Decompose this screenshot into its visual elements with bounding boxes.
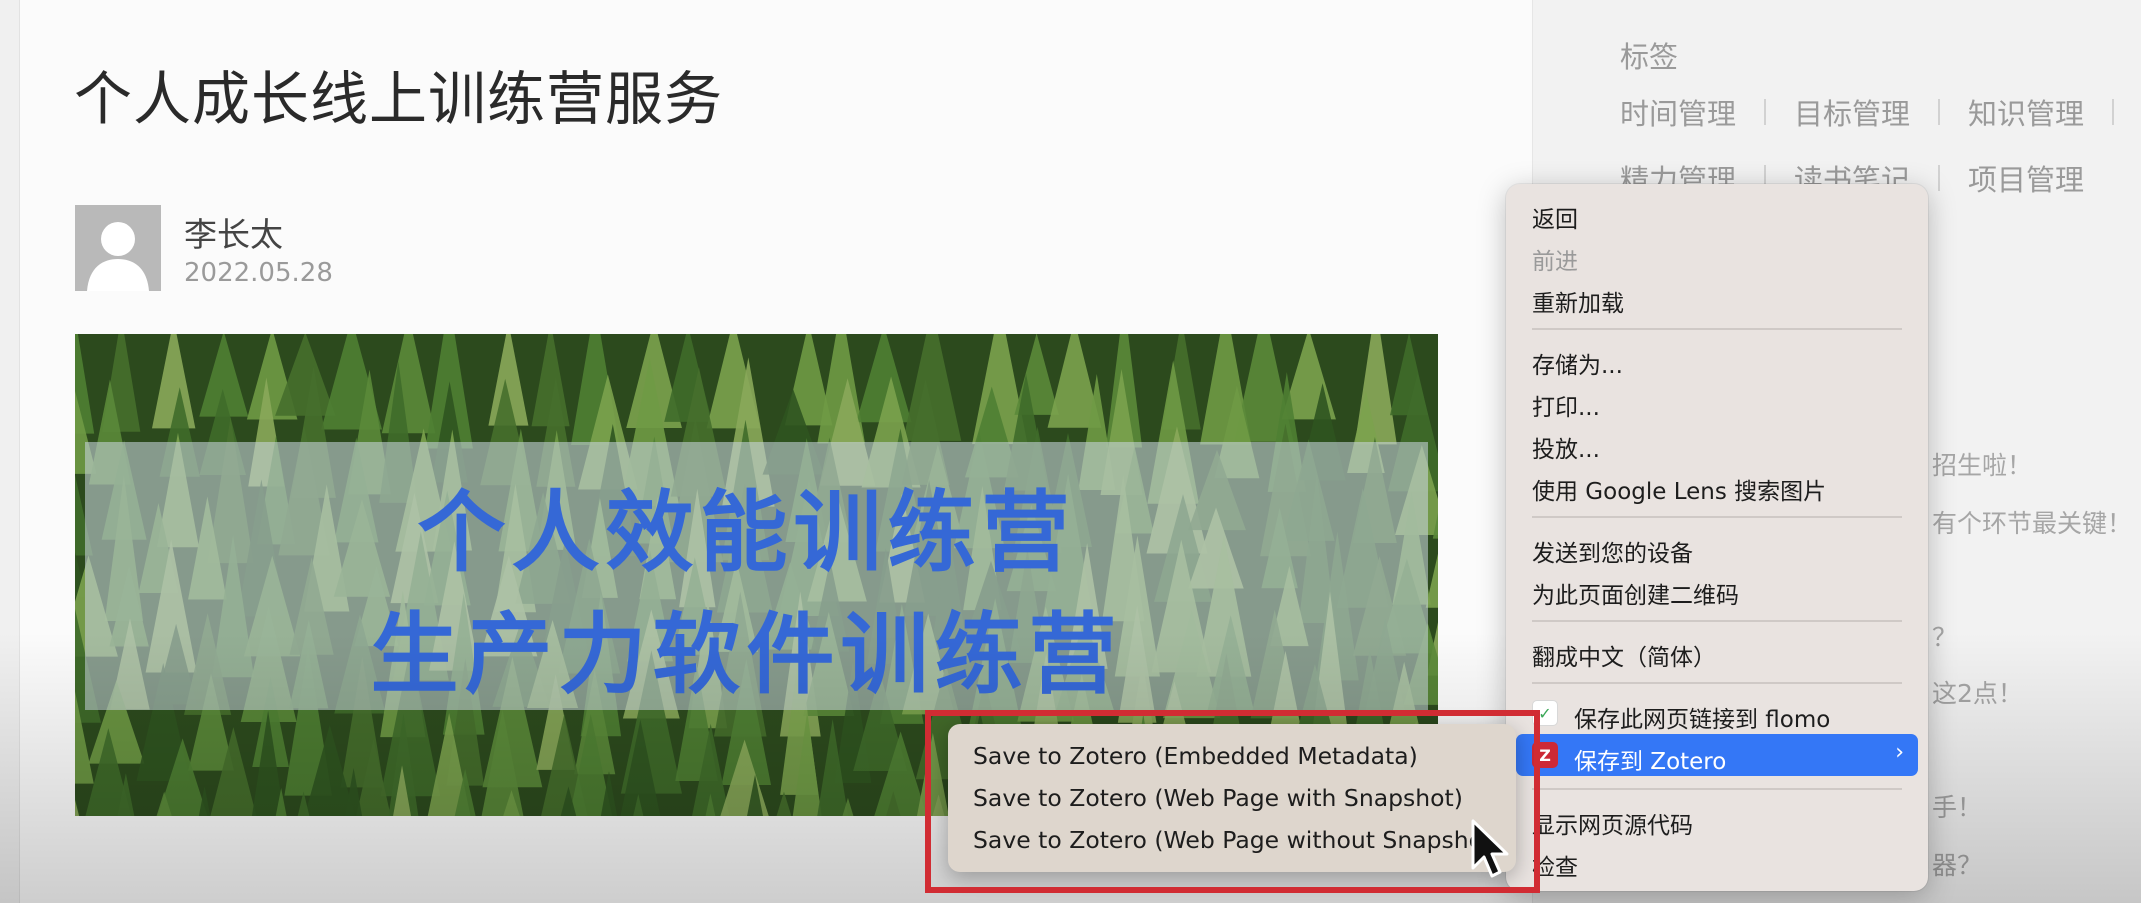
- menu-item-save-zotero[interactable]: 保存到 Zotero: [1574, 742, 1726, 776]
- menu-item-inspect[interactable]: 检查: [1532, 848, 1578, 882]
- menu-item-save-as[interactable]: 存储为...: [1532, 346, 1623, 380]
- menu-item-forward: 前进: [1532, 249, 1578, 275]
- menu-item-view-source[interactable]: 显示网页源代码: [1532, 806, 1693, 840]
- left-gutter: [0, 0, 20, 903]
- tag-divider: [1938, 165, 1941, 191]
- hero-headline-1: 个人效能训练营: [417, 481, 1076, 584]
- menu-separator: [1532, 620, 1902, 622]
- menu-item-translate[interactable]: 翻成中文（简体）: [1532, 638, 1716, 672]
- flomo-icon: ✓: [1532, 700, 1558, 726]
- mouse-pointer-icon: [1470, 818, 1510, 886]
- menu-item-send-to-devices[interactable]: 发送到您的设备: [1532, 534, 1693, 568]
- tag-link[interactable]: 目标管理: [1794, 91, 1910, 133]
- author-name[interactable]: 李长太: [184, 208, 283, 256]
- recent-post-link[interactable]: ？: [1932, 618, 1957, 654]
- context-menu: 返回 前进 重新加载 存储为... 打印... 投放... 使用 Google …: [1506, 184, 1928, 891]
- menu-item-save-flomo[interactable]: 保存此网页链接到 flomo: [1574, 700, 1830, 734]
- menu-item-cast[interactable]: 投放...: [1532, 430, 1600, 464]
- tag-link[interactable]: 项目管理: [1968, 157, 2084, 199]
- recent-post-link[interactable]: 招生啦！: [1932, 446, 2032, 482]
- menu-item-back[interactable]: 返回: [1532, 200, 1578, 234]
- recent-post-link[interactable]: 手！: [1932, 788, 1982, 824]
- hero-headline-2: 生产力软件训练营: [370, 603, 1123, 706]
- menu-separator: [1532, 328, 1902, 330]
- menu-item-reload[interactable]: 重新加载: [1532, 284, 1624, 318]
- menu-separator: [1532, 682, 1902, 684]
- tags-heading: 标签: [1620, 40, 1679, 74]
- menu-item-create-qr-code[interactable]: 为此页面创建二维码: [1532, 576, 1739, 610]
- zotero-icon: Z: [1532, 742, 1558, 768]
- tag-link[interactable]: 知识管理: [1968, 91, 2084, 133]
- zotero-submenu: Save to Zotero (Embedded Metadata) Save …: [948, 724, 1516, 872]
- author-avatar[interactable]: [75, 205, 161, 291]
- chevron-right-icon: ›: [1895, 740, 1904, 765]
- tag-divider: [1938, 99, 1941, 125]
- post-date: 2022.05.28: [184, 258, 333, 288]
- tags-row: 时间管理 目标管理 知识管理: [1620, 91, 2141, 133]
- submenu-item-embedded-metadata[interactable]: Save to Zotero (Embedded Metadata): [973, 742, 1418, 770]
- recent-post-link[interactable]: 这2点！: [1932, 674, 2023, 710]
- article-title: 个人成长线上训练营服务: [74, 65, 724, 133]
- menu-separator: [1532, 788, 1902, 790]
- menu-item-google-lens[interactable]: 使用 Google Lens 搜索图片: [1532, 472, 1826, 506]
- submenu-item-with-snapshot[interactable]: Save to Zotero (Web Page with Snapshot): [973, 784, 1463, 812]
- tag-link[interactable]: 时间管理: [1620, 91, 1736, 133]
- tag-divider: [2112, 99, 2115, 125]
- menu-separator: [1532, 516, 1902, 518]
- recent-post-link[interactable]: 器？: [1932, 846, 1982, 882]
- recent-post-link[interactable]: 有个环节最关键！: [1932, 504, 2132, 540]
- menu-item-print[interactable]: 打印...: [1532, 388, 1600, 422]
- tag-divider: [1764, 99, 1767, 125]
- submenu-item-without-snapshot[interactable]: Save to Zotero (Web Page without Snapsho: [973, 826, 1483, 854]
